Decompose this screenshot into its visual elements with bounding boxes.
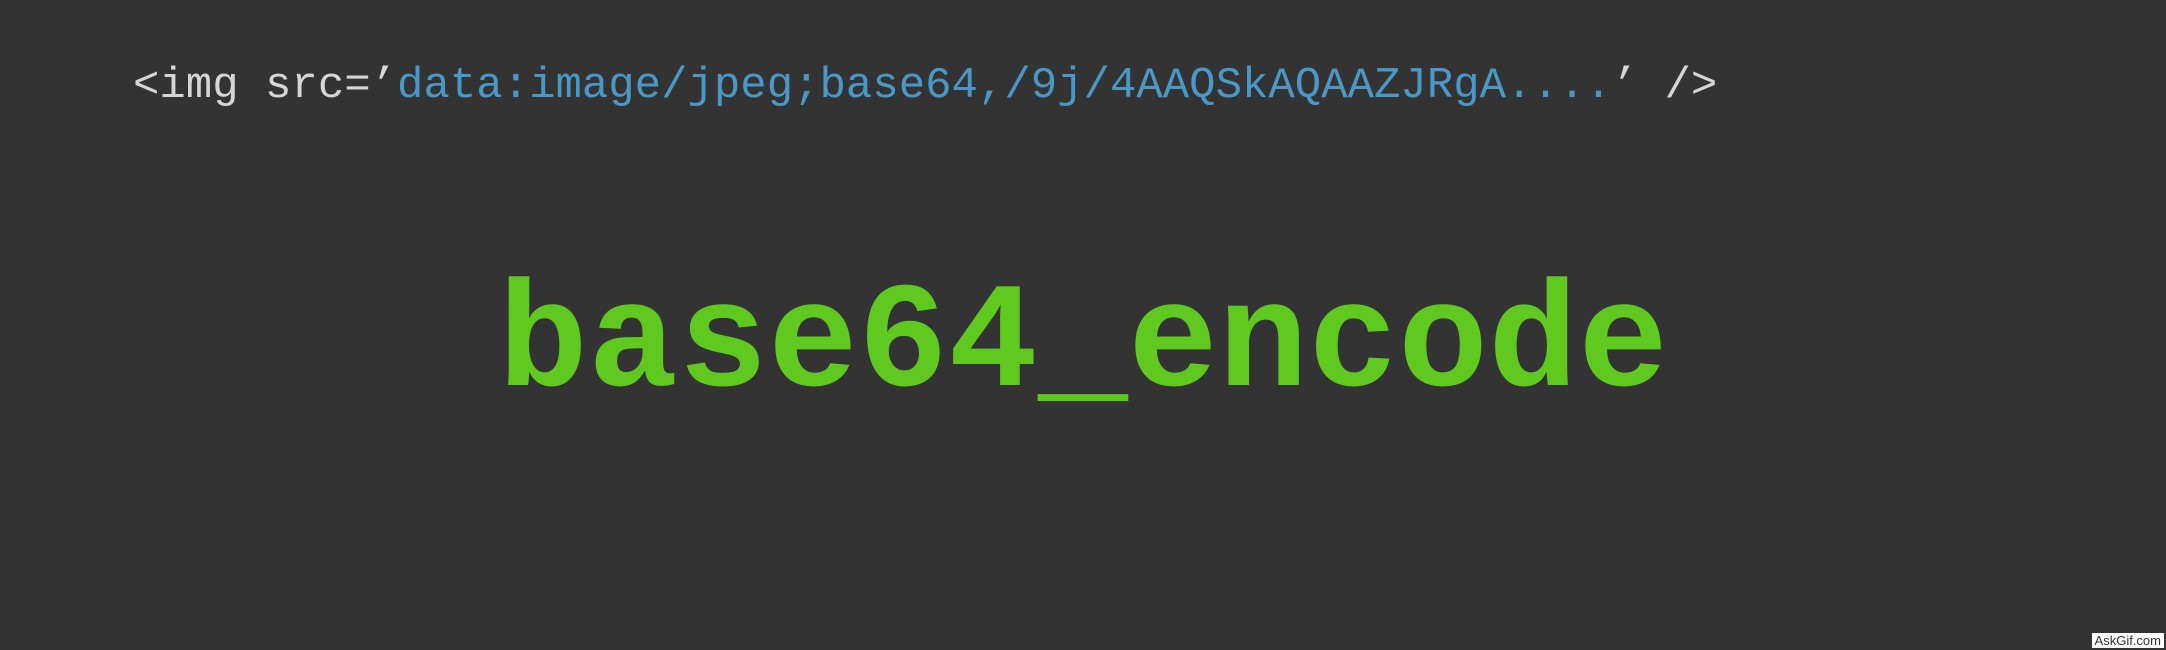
watermark: AskGif.com xyxy=(2091,633,2164,648)
code-snippet: <img src=’data:image/jpeg;base64,/9j/4AA… xyxy=(133,60,1717,112)
code-suffix: ’ /> xyxy=(1611,61,1718,111)
canvas: <img src=’data:image/jpeg;base64,/9j/4AA… xyxy=(0,0,2166,650)
code-prefix: <img src=’ xyxy=(133,61,398,111)
headline-title: base64_encode xyxy=(497,261,1669,431)
code-data-uri: data:image/jpeg;base64,/9j/4AAQSkAQAAZJR… xyxy=(397,61,1612,111)
